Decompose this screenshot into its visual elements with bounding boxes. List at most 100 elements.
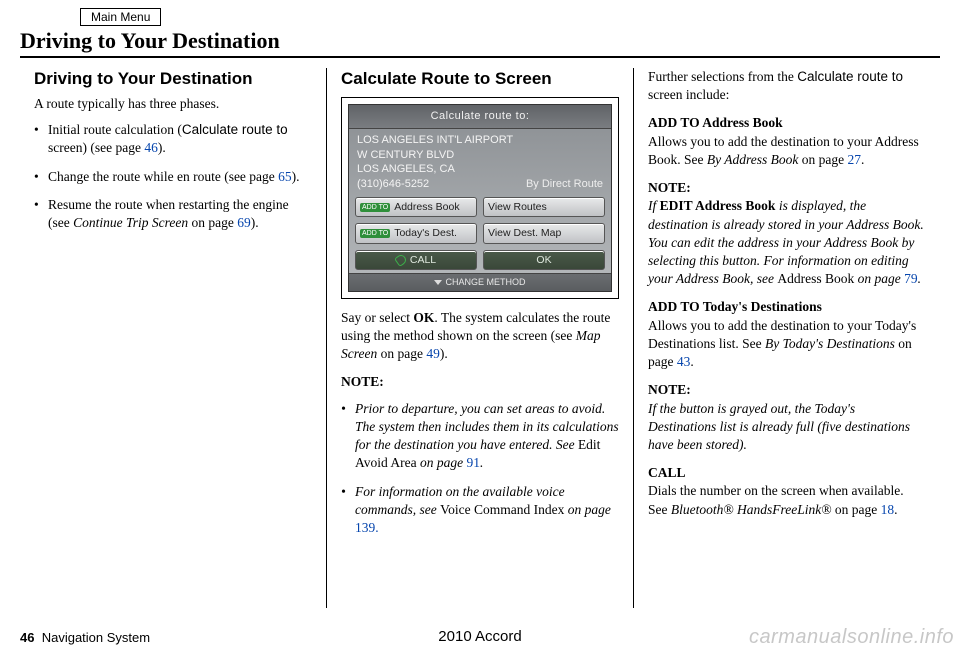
page-link[interactable]: 79: [904, 271, 918, 286]
text: ).: [158, 140, 166, 155]
subhead-add-address: ADD TO Address Book: [648, 115, 783, 130]
text: Further selections from the: [648, 69, 797, 84]
note-heading: NOTE:: [341, 373, 619, 391]
text: If: [648, 198, 660, 213]
nav-row-3: CALL OK: [349, 247, 611, 273]
dest-line1: LOS ANGELES INT'L AIRPORT: [357, 133, 603, 148]
page-title: Driving to Your Destination: [20, 28, 940, 58]
text: .: [894, 502, 897, 517]
italic-ref: Continue Trip Screen: [73, 215, 188, 230]
page-link[interactable]: 49: [426, 346, 440, 361]
addto-address-book-button[interactable]: ADD TO Address Book: [355, 197, 477, 217]
nav-screen-frame: Calculate route to: LOS ANGELES INT'L AI…: [341, 97, 619, 299]
text: on page: [798, 152, 847, 167]
bold-ref: EDIT Address Book: [660, 198, 776, 213]
btn-label: Address Book: [394, 200, 459, 214]
text: screen) (see page: [48, 140, 144, 155]
col3-p1: Allows you to add the destination to you…: [648, 133, 926, 169]
nav-row-2: ADD TO Today's Dest. View Dest. Map: [349, 220, 611, 246]
nav-screen-body: LOS ANGELES INT'L AIRPORT W CENTURY BLVD…: [349, 129, 611, 194]
chevron-down-icon: [434, 280, 442, 285]
note-heading: NOTE:: [648, 179, 926, 197]
column-2: Calculate Route to Screen Calculate rout…: [326, 68, 633, 608]
subhead-add-today: ADD TO Today's Destinations: [648, 299, 822, 314]
column-1: Driving to Your Destination A route typi…: [20, 68, 326, 608]
page-link[interactable]: 139.: [355, 520, 379, 535]
page-link[interactable]: 91: [466, 455, 480, 470]
text: on page: [417, 455, 467, 470]
column-3: Further selections from the Calculate ro…: [633, 68, 940, 608]
content-columns: Driving to Your Destination A route typi…: [20, 68, 940, 608]
phone-icon: [394, 253, 408, 267]
col2-notes: Prior to departure, you can set areas to…: [341, 400, 619, 538]
italic-ref: By Address Book: [707, 152, 798, 167]
ref: Address Book: [777, 271, 854, 286]
page-link[interactable]: 18: [881, 502, 895, 517]
btn-label: CALL: [410, 253, 436, 267]
list-item: Change the route while en route (see pag…: [34, 168, 312, 186]
note-heading: NOTE:: [648, 381, 926, 399]
ref: Voice Command Index: [440, 502, 564, 517]
text: Change the route while en route (see pag…: [48, 169, 278, 184]
btn-label: OK: [536, 253, 551, 267]
italic-ref: By Today's Destinations: [765, 336, 895, 351]
text: Say or select: [341, 310, 413, 325]
col1-heading: Driving to Your Destination: [34, 68, 312, 91]
page-link[interactable]: 43: [677, 354, 691, 369]
page-link[interactable]: 65: [278, 169, 292, 184]
addto-todays-dest-button[interactable]: ADD TO Today's Dest.: [355, 223, 477, 243]
footer-label: CHANGE METHOD: [445, 277, 525, 287]
btn-label: View Routes: [488, 200, 547, 214]
text: on page: [854, 271, 904, 286]
text: on page: [564, 502, 611, 517]
nav-screen-title: Calculate route to:: [349, 105, 611, 129]
text: .: [690, 354, 693, 369]
text: on page: [188, 215, 237, 230]
view-dest-map-button[interactable]: View Dest. Map: [483, 223, 605, 243]
call-button[interactable]: CALL: [355, 250, 477, 270]
col3-p2: Allows you to add the destination to you…: [648, 317, 926, 372]
main-menu-button[interactable]: Main Menu: [80, 8, 161, 26]
footer-label: Navigation System: [42, 630, 150, 645]
page-link[interactable]: 46: [144, 140, 158, 155]
nav-screen: Calculate route to: LOS ANGELES INT'L AI…: [348, 104, 612, 292]
ok-button[interactable]: OK: [483, 250, 605, 270]
nav-screen-footer: CHANGE METHOD: [349, 273, 611, 291]
ok-ref: OK: [413, 310, 434, 325]
ui-term: Calculate route to: [182, 122, 288, 137]
addto-tag-icon: ADD TO: [360, 229, 390, 238]
page-number: 46: [20, 630, 34, 645]
dest-phone: (310)646-5252: [357, 178, 429, 190]
dest-line4: (310)646-5252 By Direct Route: [357, 177, 603, 192]
dest-line3: LOS ANGELES, CA: [357, 162, 603, 177]
text: .: [480, 455, 483, 470]
text: on page: [832, 502, 881, 517]
page-link[interactable]: 69: [237, 215, 251, 230]
text: on page: [377, 346, 426, 361]
col3-intro: Further selections from the Calculate ro…: [648, 68, 926, 104]
list-item: For information on the available voice c…: [341, 483, 619, 538]
subhead-call: CALL: [648, 465, 686, 480]
btn-label: View Dest. Map: [488, 226, 561, 240]
col3-note1: If EDIT Address Book is displayed, the d…: [648, 197, 926, 288]
page-link[interactable]: 27: [847, 152, 861, 167]
col3-p3: Dials the number on the screen when avai…: [648, 482, 926, 518]
text: .: [918, 271, 921, 286]
view-routes-button[interactable]: View Routes: [483, 197, 605, 217]
btn-label: Today's Dest.: [394, 226, 457, 240]
watermark: carmanualsonline.info: [749, 626, 954, 649]
col3-note2: If the button is grayed out, the Today's…: [648, 400, 926, 455]
text: ).: [440, 346, 448, 361]
text: screen include:: [648, 87, 729, 102]
list-item: Prior to departure, you can set areas to…: [341, 400, 619, 473]
dest-line2: W CENTURY BLVD: [357, 148, 603, 163]
footer-model: 2010 Accord: [438, 628, 521, 645]
ui-term: Calculate route to: [797, 69, 903, 84]
col2-heading: Calculate Route to Screen: [341, 68, 619, 91]
list-item: Resume the route when restarting the eng…: [34, 196, 312, 232]
nav-row-1: ADD TO Address Book View Routes: [349, 194, 611, 220]
col1-intro: A route typically has three phases.: [34, 95, 312, 113]
route-method: By Direct Route: [526, 177, 603, 192]
addto-tag-icon: ADD TO: [360, 203, 390, 212]
text: .: [861, 152, 864, 167]
